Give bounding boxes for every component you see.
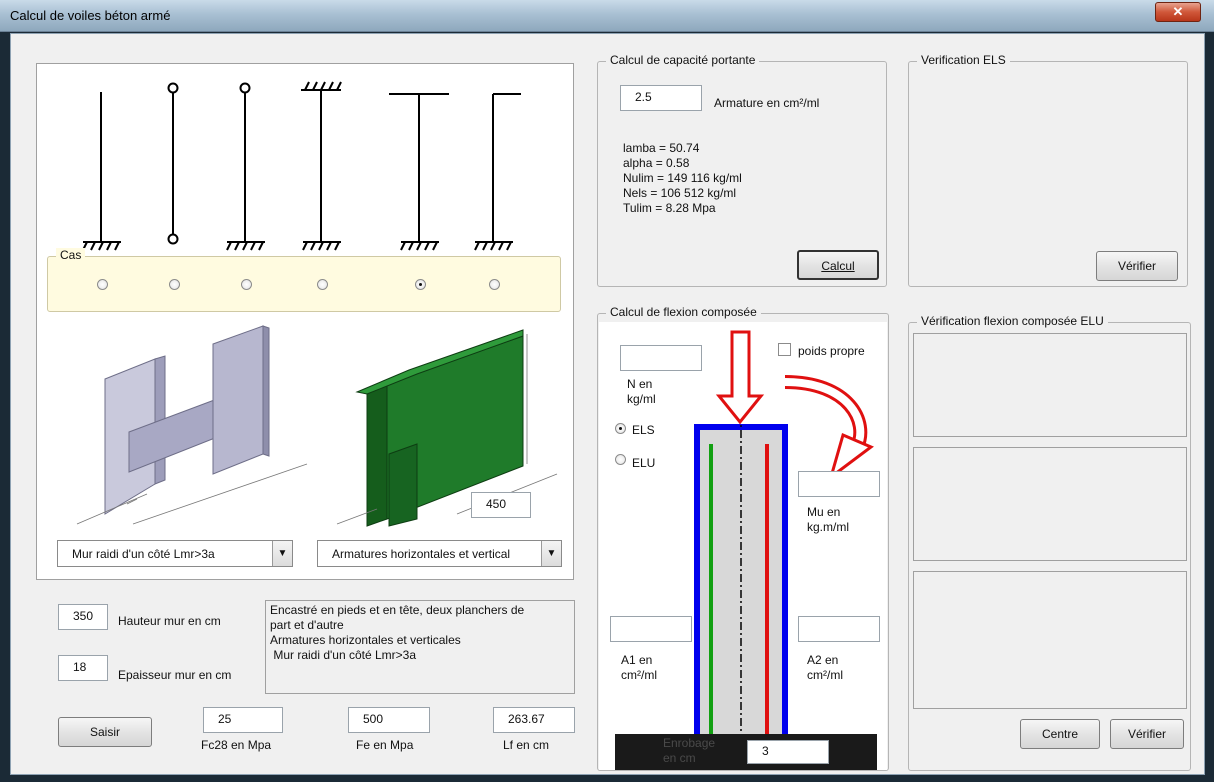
verif-elu-title: Vérification flexion composée ELU xyxy=(917,314,1108,328)
flexion-title: Calcul de flexion composée xyxy=(606,305,761,319)
chevron-down-icon: ▼ xyxy=(272,541,292,566)
cas-groupbox-title: Cas xyxy=(56,248,86,262)
result-lamba: lamba = 50.74 xyxy=(623,141,700,155)
title-bar: Calcul de voiles béton armé ✕ xyxy=(0,0,1214,32)
verif-elu-groupbox: Vérification flexion composée ELU Centre… xyxy=(908,314,1191,771)
a2-label-line1: A2 en xyxy=(807,653,839,667)
lf-label: Lf en cm xyxy=(503,738,550,752)
close-button[interactable]: ✕ xyxy=(1155,2,1201,22)
n-label-line2: kg/ml xyxy=(627,392,656,406)
lf-input[interactable]: 263.67 xyxy=(493,707,575,733)
armature-input[interactable]: 2.5 xyxy=(620,85,702,111)
armature-value: 2.5 xyxy=(635,90,652,104)
application-window: Calcul de voiles béton armé ✕ Cas 450 Mu… xyxy=(0,0,1214,782)
epaisseur-input[interactable]: 18 xyxy=(58,655,108,681)
elu-result-panel-1 xyxy=(913,333,1187,437)
armature-label: Armature en cm²/ml xyxy=(714,96,820,110)
els-radio-label: ELS xyxy=(632,423,655,437)
description-box: Encastré en pieds et en tête, deux planc… xyxy=(265,600,575,694)
a1-input[interactable] xyxy=(610,616,692,642)
h-wall-illustration xyxy=(76,325,308,525)
close-icon: ✕ xyxy=(1172,4,1184,19)
schema-frame: Cas 450 Mur raidi d'un côté Lmr>3a ▼ Arm… xyxy=(36,63,574,580)
cas-radio-2[interactable] xyxy=(169,279,180,290)
enrobage-input[interactable]: 3 xyxy=(747,740,829,764)
fc28-label: Fc28 en Mpa xyxy=(201,738,272,752)
els-title: Verification ELS xyxy=(917,53,1010,67)
enrobage-label-line1: Enrobage xyxy=(663,736,716,750)
fe-input[interactable]: 500 xyxy=(348,707,430,733)
fe-value: 500 xyxy=(363,712,384,726)
capacite-results: lamba = 50.74 alpha = 0.58 Nulim = 149 1… xyxy=(623,141,742,216)
wall-length-input[interactable]: 450 xyxy=(471,492,531,518)
poids-propre-label: poids propre xyxy=(798,344,865,358)
hauteur-input[interactable]: 350 xyxy=(58,604,108,630)
chevron-down-icon: ▼ xyxy=(541,541,561,566)
poids-propre-checkbox[interactable] xyxy=(778,343,791,356)
cas-radio-1[interactable] xyxy=(97,279,108,290)
epaisseur-value: 18 xyxy=(73,660,87,674)
elu-radio-label: ELU xyxy=(632,456,656,470)
fc28-input[interactable]: 25 xyxy=(203,707,283,733)
a1-label-line2: cm²/ml xyxy=(621,668,657,682)
description-line-4: Mur raidi d'un côté Lmr>3a xyxy=(270,648,417,662)
n-input[interactable] xyxy=(620,345,702,371)
window-title: Calcul de voiles béton armé xyxy=(10,8,171,23)
result-alpha: alpha = 0.58 xyxy=(623,156,690,170)
verifier-els-button[interactable]: Vérifier xyxy=(1096,251,1178,281)
client-area: Cas 450 Mur raidi d'un côté Lmr>3a ▼ Arm… xyxy=(10,33,1205,775)
wall-type-select[interactable]: Mur raidi d'un côté Lmr>3a ▼ xyxy=(57,540,293,567)
mu-label-line1: Mu en xyxy=(807,505,841,519)
flexion-canvas: N en kg/ml poids propre ELS ELU Mu en kg… xyxy=(599,322,887,770)
result-nulim: Nulim = 149 116 kg/ml xyxy=(623,171,742,185)
description-line-2: part et d'autre xyxy=(270,618,344,632)
description-line-1: Encastré en pieds et en tête, deux planc… xyxy=(270,603,525,617)
enrobage-label-line2: en cm xyxy=(663,751,696,765)
elu-radio[interactable] xyxy=(615,454,626,465)
wall-type-selected: Mur raidi d'un côté Lmr>3a xyxy=(72,547,215,561)
rebar-type-selected: Armatures horizontales et vertical xyxy=(332,547,511,561)
lf-value: 263.67 xyxy=(508,712,545,726)
hauteur-value: 350 xyxy=(73,609,94,623)
mu-label-line2: kg.m/ml xyxy=(807,520,849,534)
result-nels: Nels = 106 512 kg/ml xyxy=(623,186,737,200)
capacite-groupbox: Calcul de capacité portante 2.5 Armature… xyxy=(597,53,887,287)
wall-length-value: 450 xyxy=(486,497,507,511)
cas-groupbox: Cas xyxy=(47,248,561,312)
cas-radio-3[interactable] xyxy=(241,279,252,290)
elu-result-panel-3 xyxy=(913,571,1187,709)
a2-label-line2: cm²/ml xyxy=(807,668,843,682)
n-label-line1: N en xyxy=(627,377,653,391)
centre-button[interactable]: Centre xyxy=(1020,719,1100,749)
fc28-value: 25 xyxy=(218,712,232,726)
saisir-button[interactable]: Saisir xyxy=(58,717,152,747)
capacite-title: Calcul de capacité portante xyxy=(606,53,760,67)
hauteur-label: Hauteur mur en cm xyxy=(118,614,221,628)
enrobage-value: 3 xyxy=(762,744,769,758)
mu-input[interactable] xyxy=(798,471,880,497)
cas-radio-6[interactable] xyxy=(489,279,500,290)
fe-label: Fe en Mpa xyxy=(356,738,414,752)
elu-result-panel-2 xyxy=(913,447,1187,561)
rebar-type-select[interactable]: Armatures horizontales et vertical ▼ xyxy=(317,540,562,567)
els-radio[interactable] xyxy=(615,423,626,434)
verifier-elu-button[interactable]: Vérifier xyxy=(1110,719,1184,749)
cas-radio-4[interactable] xyxy=(317,279,328,290)
calcul-button[interactable]: Calcul xyxy=(797,250,879,280)
a2-input[interactable] xyxy=(798,616,880,642)
epaisseur-label: Epaisseur mur en cm xyxy=(118,668,232,682)
a1-label-line1: A1 en xyxy=(621,653,653,667)
description-line-3: Armatures horizontales et verticales xyxy=(270,633,461,647)
els-groupbox: Verification ELS Vérifier xyxy=(908,53,1188,287)
cas-radio-5[interactable] xyxy=(415,279,426,290)
flexion-groupbox: Calcul de flexion composée N en kg/ml po… xyxy=(597,305,889,771)
result-tulim: Tulim = 8.28 Mpa xyxy=(623,201,716,215)
